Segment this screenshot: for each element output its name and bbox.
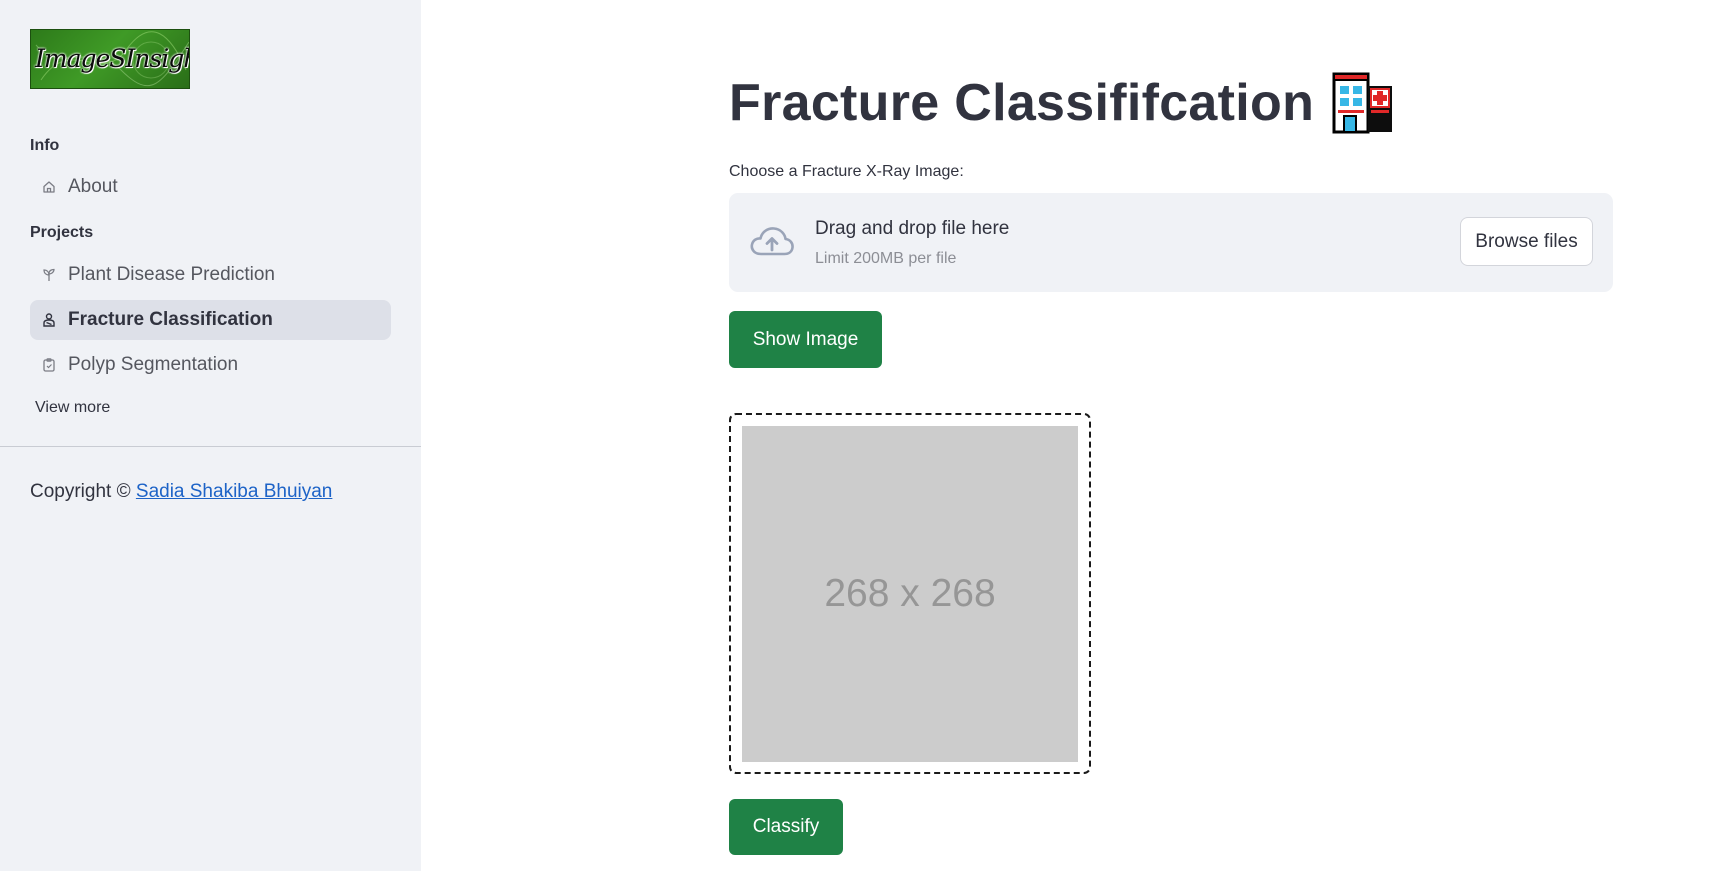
house-icon (43, 181, 55, 193)
copyright-prefix: Copyright © (30, 481, 131, 502)
app-logo[interactable]: ImageSInsight (30, 29, 190, 89)
sidebar-item-fracture-classification[interactable]: Fracture Classification (30, 300, 391, 340)
section-title-info: Info (30, 137, 60, 154)
browse-files-button[interactable]: Browse files (1460, 217, 1593, 266)
sidebar-item-label: Polyp Segmentation (68, 354, 239, 375)
page-title: Fracture Classififcation (729, 72, 1394, 134)
image-preview-frame: 268 x 268 (729, 413, 1091, 774)
uploader-label: Choose a Fracture X-Ray Image: (729, 163, 964, 180)
classify-button[interactable]: Classify (729, 799, 843, 855)
view-more-link[interactable]: View more (35, 399, 110, 417)
drop-instructions: Drag and drop file here (815, 218, 1010, 239)
cloud-upload-icon (750, 227, 794, 256)
person-bandage-icon (43, 313, 55, 327)
sidebar-item-plant-disease[interactable]: Plant Disease Prediction (30, 255, 391, 295)
sidebar-item-polyp-segmentation[interactable]: Polyp Segmentation (30, 345, 391, 385)
page-title-text: Fracture Classififcation (729, 74, 1315, 132)
sidebar: ImageSInsight Info About Projects Plant … (0, 0, 421, 871)
author-link[interactable]: Sadia Shakiba Bhuiyan (136, 481, 332, 502)
sidebar-item-label: Plant Disease Prediction (68, 264, 275, 285)
main-content: Fracture Classififcation Choose a Fractu… (421, 0, 1719, 871)
clipboard-icon (43, 358, 55, 372)
plant-icon (43, 268, 55, 281)
section-title-projects: Projects (30, 224, 94, 241)
sidebar-item-about[interactable]: About (30, 167, 391, 207)
copyright: Copyright © Sadia Shakiba Bhuiyan (30, 481, 332, 503)
hospital-icon (1332, 72, 1393, 134)
logo-text: ImageSInsight (35, 44, 189, 73)
sidebar-item-label: About (68, 176, 118, 197)
file-size-limit: Limit 200MB per file (815, 250, 957, 267)
file-dropzone[interactable]: Drag and drop file here Limit 200MB per … (729, 193, 1613, 292)
sidebar-item-label: Fracture Classification (68, 309, 273, 330)
sidebar-divider (0, 446, 421, 447)
show-image-button[interactable]: Show Image (729, 311, 882, 368)
image-placeholder: 268 x 268 (742, 426, 1078, 762)
